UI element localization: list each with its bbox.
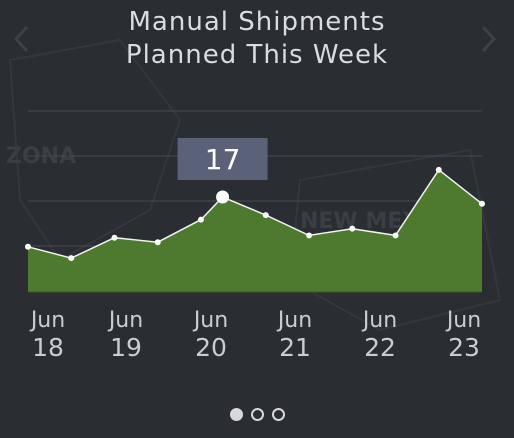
page-dot-3[interactable]	[271, 408, 285, 421]
data-point[interactable]	[479, 200, 485, 207]
x-tick-day: 23	[448, 333, 480, 362]
x-tick-month: Jun	[192, 308, 228, 333]
data-point[interactable]	[25, 243, 31, 250]
data-point[interactable]	[435, 166, 442, 173]
data-point[interactable]	[154, 239, 161, 246]
x-tick-month: Jun	[276, 308, 312, 333]
x-tick-month: Jun	[445, 308, 481, 333]
page-indicator	[0, 408, 514, 421]
x-tick-day: 21	[279, 333, 311, 362]
data-point[interactable]	[306, 232, 313, 239]
data-point[interactable]	[111, 234, 118, 241]
x-tick-month: Jun	[361, 308, 397, 333]
x-tick-day: 22	[364, 333, 396, 362]
series-area	[28, 169, 482, 292]
data-point[interactable]	[197, 216, 204, 223]
data-point[interactable]	[262, 212, 269, 219]
highlighted-point[interactable]	[216, 190, 230, 204]
page-dot-2[interactable]	[250, 408, 264, 421]
x-tick-month: Jun	[107, 308, 143, 333]
x-tick-day: 18	[32, 333, 64, 362]
page-dot-1[interactable]	[229, 408, 243, 421]
data-point[interactable]	[392, 232, 399, 239]
data-point[interactable]	[68, 255, 75, 262]
data-point[interactable]	[349, 225, 356, 232]
x-tick-month: Jun	[29, 308, 65, 333]
tooltip-value: 17	[205, 143, 241, 176]
x-tick-day: 19	[110, 333, 142, 362]
area-chart: 17Jun18Jun19Jun20Jun21Jun22Jun23	[25, 110, 485, 362]
x-tick-day: 20	[195, 333, 227, 362]
